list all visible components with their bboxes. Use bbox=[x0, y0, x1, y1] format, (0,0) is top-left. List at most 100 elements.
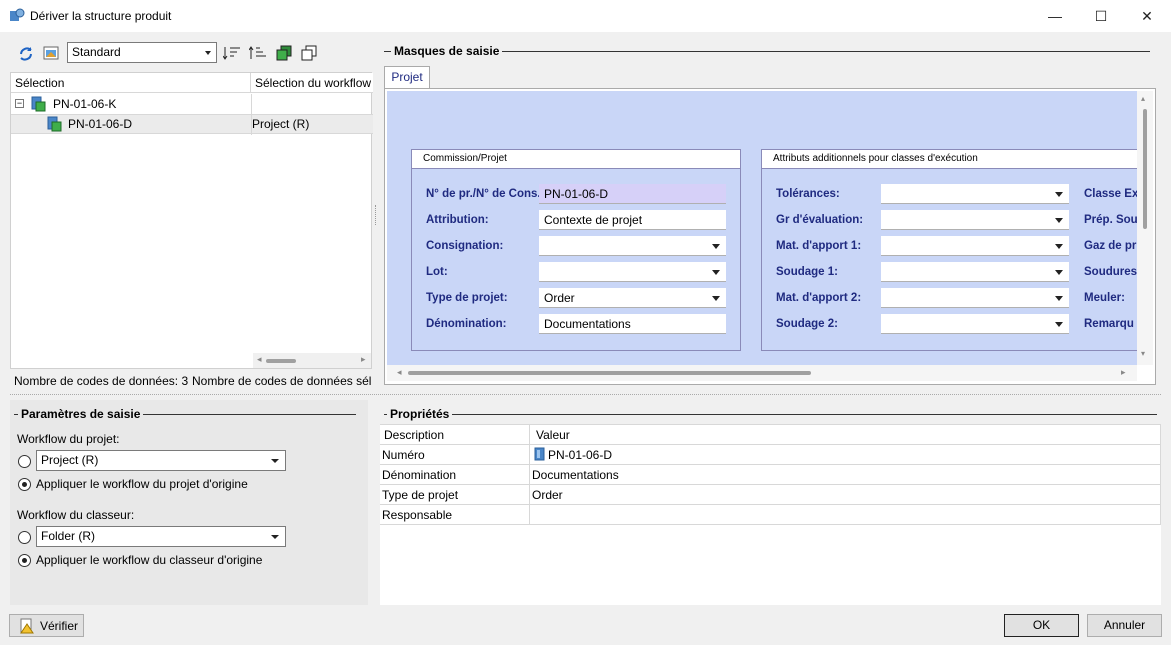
consignation-dropdown[interactable] bbox=[539, 236, 726, 256]
lot-dropdown[interactable] bbox=[539, 262, 726, 282]
expand-all-icon[interactable] bbox=[276, 45, 292, 61]
refresh-icon[interactable] bbox=[18, 45, 34, 61]
sort-descending-icon[interactable] bbox=[223, 45, 241, 61]
tree-row[interactable]: − PN-01-06-K bbox=[11, 94, 373, 114]
params-panel: Paramètres de saisie Workflow du projet:… bbox=[10, 400, 368, 605]
group-title: Commission/Projet bbox=[412, 150, 740, 169]
chevron-down-icon bbox=[205, 51, 211, 55]
vertical-splitter[interactable] bbox=[375, 205, 378, 225]
collapse-toggle-icon[interactable]: − bbox=[15, 99, 24, 108]
field-label: Mat. d'apport 2: bbox=[776, 292, 862, 304]
tree-row-name: PN-01-06-K bbox=[53, 97, 117, 111]
field-label: Dénomination: bbox=[426, 318, 507, 330]
status-selected-count: Nombre de codes de données séle bbox=[192, 374, 372, 388]
field-label: Gaz de pr bbox=[1084, 240, 1137, 252]
scrollbar-thumb[interactable] bbox=[266, 359, 296, 363]
tab-projet[interactable]: Projet bbox=[384, 66, 430, 89]
binder-apply-origin-label: Appliquer le workflow du classeur d'orig… bbox=[36, 553, 263, 567]
scroll-right-icon[interactable]: ▸ bbox=[1121, 367, 1126, 378]
property-label: Type de projet bbox=[380, 485, 530, 505]
field-label: Lot: bbox=[426, 266, 448, 278]
field-label: Soudage 2: bbox=[776, 318, 838, 330]
vertical-scrollbar[interactable]: ▴ ▾ bbox=[1137, 91, 1153, 365]
chevron-down-icon bbox=[271, 459, 279, 463]
project-workflow-select[interactable]: Project (R) bbox=[36, 450, 286, 471]
minimize-button[interactable]: — bbox=[1032, 0, 1078, 32]
tree-row[interactable]: PN-01-06-D Project (R) bbox=[11, 114, 373, 135]
chevron-down-icon bbox=[712, 296, 720, 301]
scroll-left-icon[interactable]: ◂ bbox=[397, 367, 402, 378]
field-label: Prép. Sou bbox=[1084, 214, 1138, 226]
evaluation-group-dropdown[interactable] bbox=[881, 210, 1069, 230]
scrollbar-thumb[interactable] bbox=[1143, 109, 1147, 229]
sort-ascending-icon[interactable] bbox=[249, 45, 267, 61]
ok-button[interactable]: OK bbox=[1004, 614, 1079, 637]
column-header-workflow[interactable]: Sélection du workflow bbox=[251, 73, 373, 93]
scroll-up-icon[interactable]: ▴ bbox=[1141, 94, 1145, 103]
attribution-field[interactable]: Contexte de projet bbox=[539, 210, 726, 230]
warning-document-icon bbox=[20, 618, 34, 634]
tolerances-dropdown[interactable] bbox=[881, 184, 1069, 204]
group-additional-attributes: Attributs additionnels pour classes d'ex… bbox=[761, 149, 1141, 351]
welding-2-dropdown[interactable] bbox=[881, 314, 1069, 334]
project-type-dropdown[interactable]: Order bbox=[539, 288, 726, 308]
field-label: Attribution: bbox=[426, 214, 489, 226]
binder-workflow-radio[interactable] bbox=[18, 531, 31, 544]
chevron-down-icon bbox=[1055, 322, 1063, 327]
field-label: Type de projet: bbox=[426, 292, 508, 304]
property-label: Responsable bbox=[380, 505, 530, 525]
horizontal-scrollbar[interactable]: ◂ ▸ bbox=[387, 365, 1137, 381]
tree-row-name: PN-01-06-D bbox=[68, 117, 133, 131]
horizontal-splitter[interactable] bbox=[10, 394, 1161, 397]
scroll-down-icon[interactable]: ▾ bbox=[1141, 349, 1145, 358]
view-select[interactable]: Standard bbox=[67, 42, 217, 63]
property-value bbox=[530, 505, 1161, 525]
property-value: Order bbox=[530, 485, 1161, 505]
horizontal-scrollbar[interactable]: ◂ ▸ bbox=[253, 353, 371, 368]
params-section-title: Paramètres de saisie bbox=[18, 407, 144, 421]
verify-button[interactable]: Vérifier bbox=[9, 614, 84, 637]
close-button[interactable]: ✕ bbox=[1124, 0, 1170, 32]
field-label: N° de pr./N° de Cons. bbox=[426, 188, 541, 200]
binder-apply-origin-radio[interactable] bbox=[18, 554, 31, 567]
project-number-field[interactable]: PN-01-06-D bbox=[539, 184, 726, 204]
field-label: Gr d'évaluation: bbox=[776, 214, 864, 226]
project-folder-icon bbox=[47, 116, 62, 132]
column-header-description[interactable]: Description bbox=[380, 424, 530, 445]
masks-section-title: Masques de saisie bbox=[391, 44, 503, 58]
status-count: Nombre de codes de données: 3 bbox=[14, 374, 189, 388]
maximize-button[interactable]: ☐ bbox=[1078, 0, 1124, 32]
property-label: Dénomination bbox=[380, 465, 530, 485]
chevron-down-icon bbox=[1055, 218, 1063, 223]
field-label: Soudage 1: bbox=[776, 266, 838, 278]
column-header-value[interactable]: Valeur bbox=[530, 424, 1161, 445]
project-file-icon bbox=[534, 447, 545, 461]
project-apply-origin-radio[interactable] bbox=[18, 478, 31, 491]
field-label: Tolérances: bbox=[776, 188, 840, 200]
chevron-down-icon bbox=[1055, 244, 1063, 249]
denomination-field[interactable]: Documentations bbox=[539, 314, 726, 334]
property-label: Numéro bbox=[380, 445, 530, 465]
scrollbar-thumb[interactable] bbox=[408, 371, 811, 375]
filler-material-1-dropdown[interactable] bbox=[881, 236, 1069, 256]
scroll-left-icon[interactable]: ◂ bbox=[257, 354, 262, 365]
filler-material-2-dropdown[interactable] bbox=[881, 288, 1069, 308]
column-header-selection[interactable]: Sélection bbox=[11, 73, 251, 93]
tree-status-bar: Nombre de codes de données: 3 Nombre de … bbox=[10, 371, 372, 391]
image-view-icon[interactable] bbox=[43, 45, 59, 61]
binder-workflow-select[interactable]: Folder (R) bbox=[36, 526, 286, 547]
app-icon bbox=[10, 8, 25, 21]
collapse-all-icon[interactable] bbox=[301, 45, 317, 61]
tree-row-workflow: Project (R) bbox=[252, 117, 310, 131]
scroll-right-icon[interactable]: ▸ bbox=[361, 354, 366, 365]
chevron-down-icon bbox=[271, 535, 279, 539]
group-commission-projet: Commission/Projet N° de pr./N° de Cons. … bbox=[411, 149, 741, 351]
field-label: Meuler: bbox=[1084, 292, 1125, 304]
project-workflow-radio[interactable] bbox=[18, 455, 31, 468]
field-label: Consignation: bbox=[426, 240, 504, 252]
property-value: PN-01-06-D bbox=[530, 445, 1161, 465]
welding-1-dropdown[interactable] bbox=[881, 262, 1069, 282]
cancel-button[interactable]: Annuler bbox=[1087, 614, 1162, 637]
project-apply-origin-label: Appliquer le workflow du projet d'origin… bbox=[36, 477, 248, 491]
left-toolbar: Standard bbox=[10, 40, 372, 72]
